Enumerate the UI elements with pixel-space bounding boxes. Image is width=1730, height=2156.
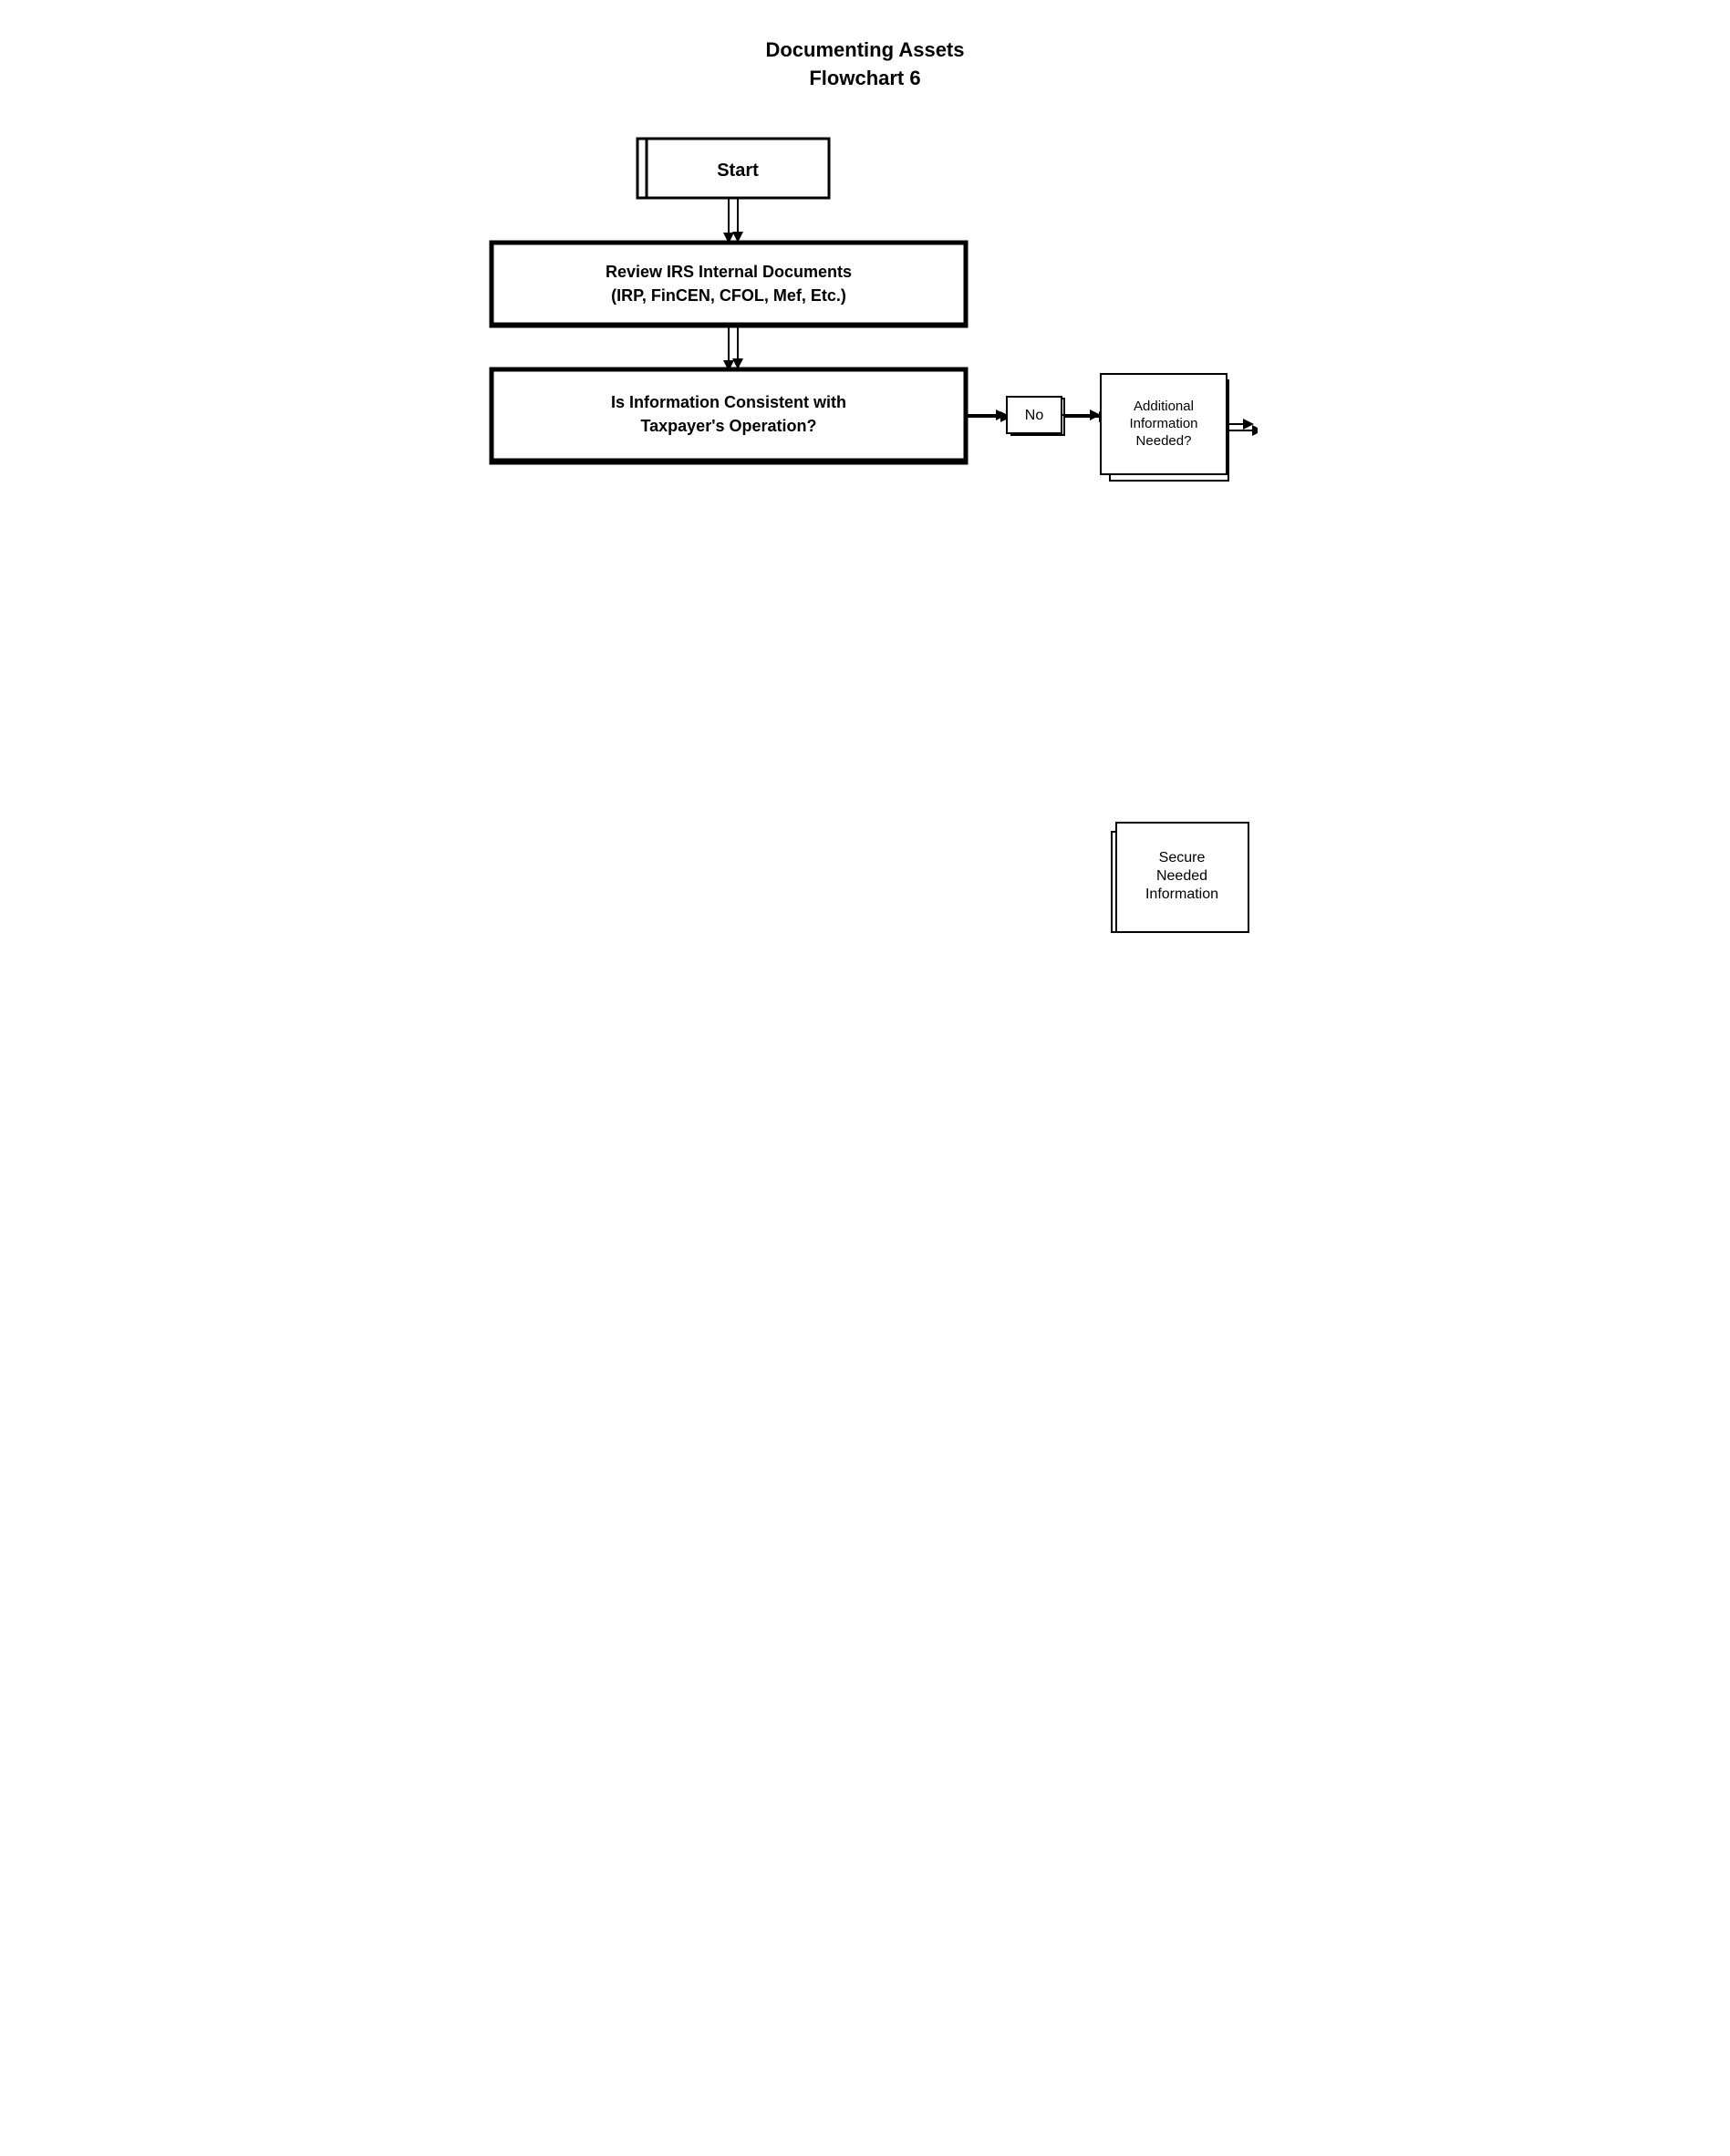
svg-text:Review IRS Internal Documents: Review IRS Internal Documents (605, 263, 851, 281)
svg-text:Information: Information (1129, 416, 1197, 431)
svg-text:Needed?: Needed? (1135, 433, 1191, 449)
svg-text:No: No (1024, 408, 1043, 423)
page: Documenting Assets Flowchart 6 Start Rev… (455, 36, 1276, 2120)
svg-text:(IRP, FinCEN, CFOL, Mef, Etc.): (IRP, FinCEN, CFOL, Mef, Etc.) (611, 286, 846, 305)
svg-text:Taxpayer's Operation?: Taxpayer's Operation? (640, 417, 816, 435)
svg-text:Needed: Needed (1155, 868, 1207, 884)
svg-text:Additional: Additional (1134, 399, 1194, 414)
flowchart-final: Start Review IRS Internal Documents (IRP… (473, 0, 1258, 93)
svg-text:Secure: Secure (1158, 850, 1205, 866)
flowchart-main: Start Review IRS Internal Documents (IRP… (473, 130, 1258, 2008)
svg-text:Information: Information (1145, 886, 1217, 902)
start-label: Start (717, 161, 759, 181)
svg-text:Is Information Consistent with: Is Information Consistent with (610, 393, 845, 411)
